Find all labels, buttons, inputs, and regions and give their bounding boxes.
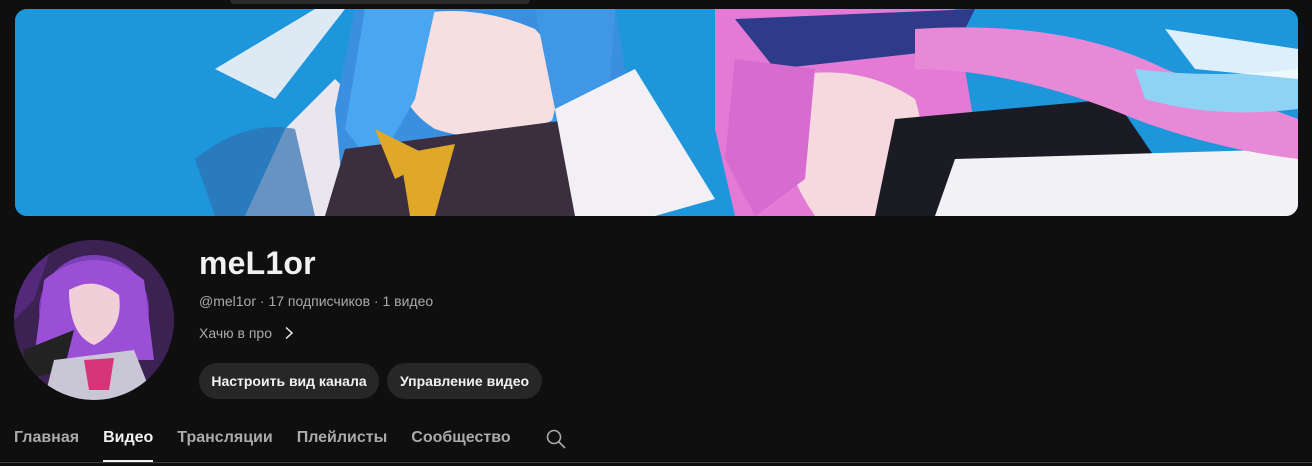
customize-channel-button[interactable]: Настроить вид канала: [199, 363, 379, 399]
channel-banner: [15, 9, 1298, 216]
manage-videos-button[interactable]: Управление видео: [387, 363, 542, 399]
tab-community[interactable]: Сообщество: [411, 424, 510, 462]
chevron-right-icon: [285, 326, 294, 340]
channel-avatar[interactable]: [14, 240, 174, 400]
channel-name: meL1or: [199, 245, 316, 281]
tab-streams[interactable]: Трансляции: [177, 424, 272, 462]
meta-separator-1: ·: [256, 293, 269, 309]
subscriber-count: 17 подписчиков: [268, 293, 371, 309]
avatar-artwork: [14, 240, 174, 400]
channel-description-link[interactable]: Хачю в про: [199, 325, 296, 341]
channel-handle: @mel1or: [199, 293, 257, 309]
channel-tabs: Главная Видео Трансляции Плейлисты Сообщ…: [14, 424, 567, 462]
banner-artwork: [15, 9, 1298, 216]
tab-videos[interactable]: Видео: [103, 424, 154, 462]
top-edge: [230, 0, 530, 4]
meta-separator-2: ·: [370, 293, 383, 309]
tabs-divider: [0, 462, 1312, 463]
tab-home[interactable]: Главная: [14, 424, 79, 462]
video-count: 1 видео: [382, 293, 434, 309]
channel-description: Хачю в про: [199, 325, 272, 341]
search-icon[interactable]: [545, 428, 567, 450]
tab-playlists[interactable]: Плейлисты: [297, 424, 388, 462]
channel-meta: @mel1or · 17 подписчиков · 1 видео: [199, 293, 433, 309]
